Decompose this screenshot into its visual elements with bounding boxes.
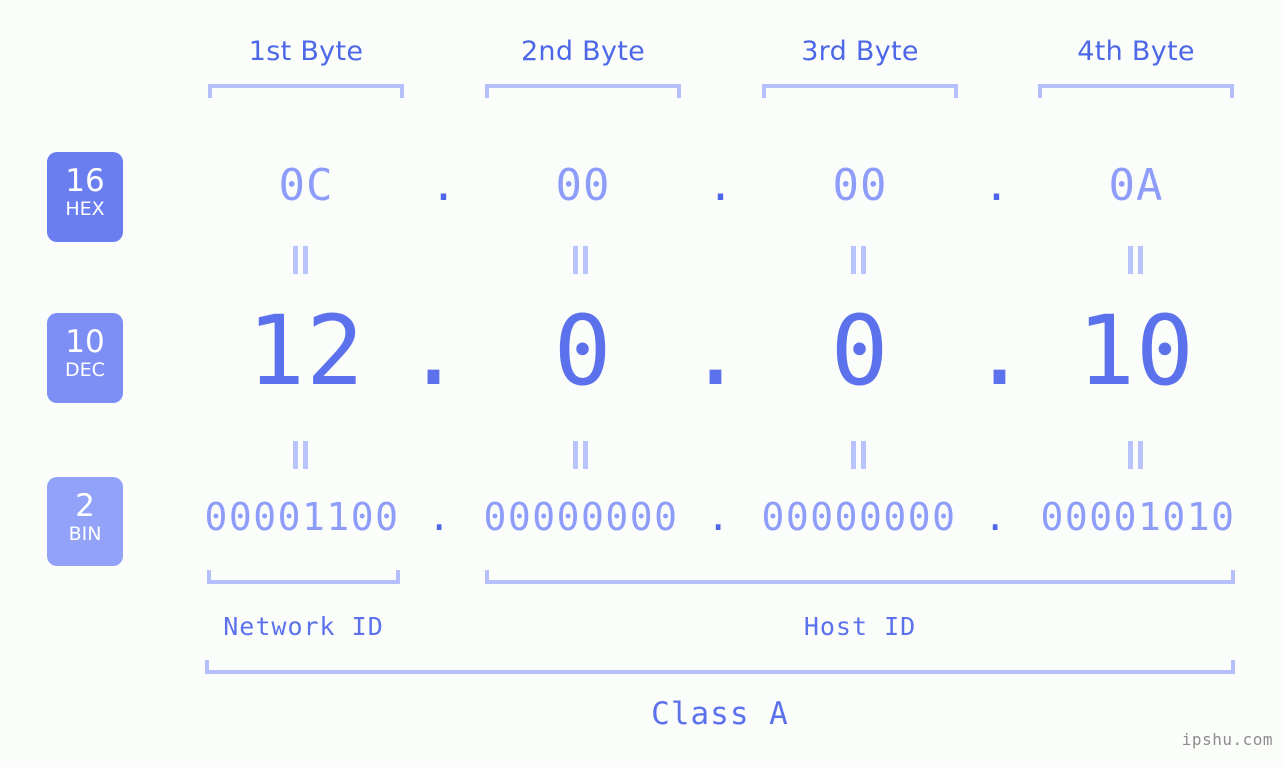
byte-bracket-4 — [1038, 84, 1234, 98]
bin-octet-2: 00000000 — [483, 495, 679, 539]
dec-separator-2: . — [686, 295, 746, 407]
byte-header-label-2: 2nd Byte — [520, 36, 646, 67]
class-label: Class A — [651, 696, 789, 732]
equals-marker-dec-bin-4 — [1127, 441, 1145, 469]
byte-header-label-4: 4th Byte — [1077, 36, 1195, 67]
host-id-bracket — [485, 570, 1235, 584]
bin-separator-3: . — [983, 495, 1009, 539]
network-id-bracket — [207, 570, 400, 584]
equals-marker-hex-dec-4 — [1127, 246, 1145, 274]
bin-separator-1: . — [427, 495, 453, 539]
equals-marker-dec-bin-2 — [572, 441, 590, 469]
ip-address-breakdown-diagram: 1st Byte 2nd Byte 3rd Byte 4th Byte 16 H… — [0, 0, 1285, 767]
dec-octet-1: 12 — [247, 295, 365, 407]
dec-octet-3: 0 — [830, 295, 890, 407]
equals-marker-hex-dec-1 — [292, 246, 310, 274]
bin-octet-1: 00001100 — [204, 495, 400, 539]
hex-value-row: 0C . 00 . 00 . 0A — [0, 155, 1285, 225]
hex-octet-2: 00 — [555, 160, 611, 211]
equals-marker-hex-dec-3 — [850, 246, 868, 274]
equals-marker-dec-bin-3 — [850, 441, 868, 469]
hex-octet-4: 0A — [1108, 160, 1164, 211]
bin-value-row: 00001100 . 00000000 . 00000000 . 0000101… — [0, 490, 1285, 544]
dec-separator-3: . — [970, 295, 1030, 407]
byte-bracket-1 — [208, 84, 404, 98]
byte-bracket-3 — [762, 84, 958, 98]
class-bracket — [205, 660, 1235, 674]
bin-octet-3: 00000000 — [761, 495, 957, 539]
dec-octet-2: 0 — [553, 295, 613, 407]
dec-separator-1: . — [404, 295, 464, 407]
byte-header-label-1: 1st Byte — [248, 36, 364, 67]
hex-separator-1: . — [430, 160, 458, 211]
bin-octet-4: 00001010 — [1040, 495, 1236, 539]
byte-bracket-2 — [485, 84, 681, 98]
bin-separator-2: . — [706, 495, 732, 539]
host-id-label: Host ID — [803, 612, 917, 641]
equals-marker-dec-bin-1 — [292, 441, 310, 469]
dec-value-row: 12 . 0 . 0 . 10 — [0, 296, 1285, 406]
network-id-label: Network ID — [223, 612, 384, 641]
hex-octet-3: 00 — [832, 160, 888, 211]
watermark-ipshu: ipshu.com — [1181, 730, 1273, 749]
hex-separator-2: . — [707, 160, 735, 211]
byte-header-label-3: 3rd Byte — [801, 36, 919, 67]
hex-octet-1: 0C — [278, 160, 334, 211]
equals-marker-hex-dec-2 — [572, 246, 590, 274]
hex-separator-3: . — [983, 160, 1011, 211]
dec-octet-4: 10 — [1077, 295, 1195, 407]
